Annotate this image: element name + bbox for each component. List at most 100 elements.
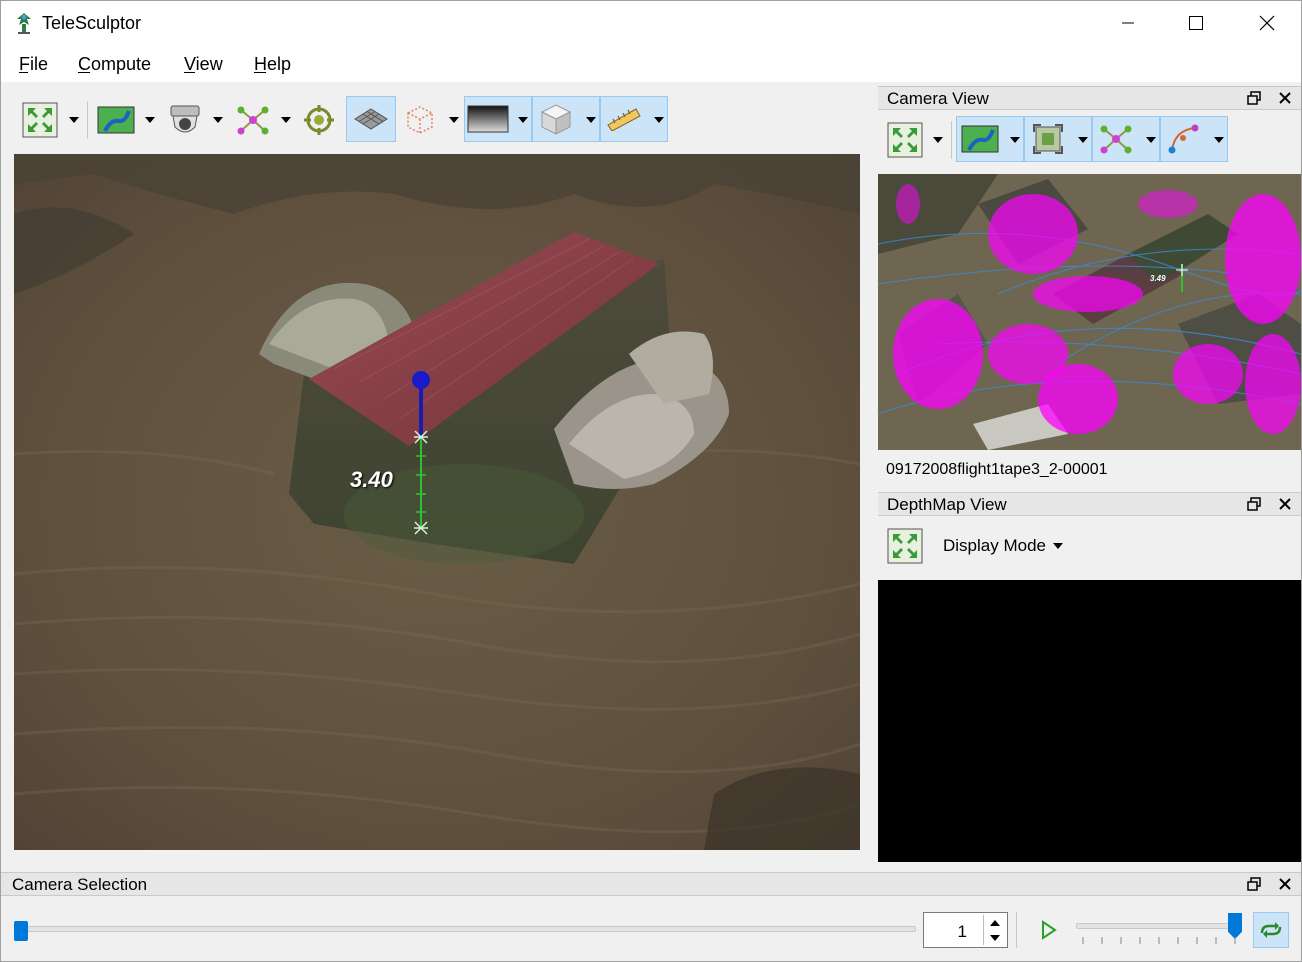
ground-target-button[interactable] [299, 97, 339, 143]
reset-view-icon [887, 122, 923, 158]
chevron-down-icon [1053, 543, 1063, 549]
camera-selection-close-button[interactable] [1277, 876, 1293, 892]
depthmap-view-close-button[interactable] [1277, 496, 1293, 512]
depthmap-reset-view-button[interactable] [883, 523, 927, 569]
menu-bar: File Compute View Help [1, 45, 1301, 82]
frame-slider[interactable] [14, 917, 916, 943]
reset-view-icon [22, 102, 58, 138]
chevron-down-icon [989, 934, 1000, 941]
camera-selection-title: Camera Selection [12, 875, 148, 894]
ground-target-icon [304, 105, 334, 135]
camera-frame-render [878, 174, 1301, 450]
reset-view-button[interactable] [18, 97, 62, 143]
ground-plane-icon [354, 108, 388, 130]
world-measurement-label: 3.40 [350, 467, 393, 492]
feature-points-button[interactable] [1024, 116, 1092, 162]
image-layer-button[interactable] [94, 97, 138, 143]
roi-box-button[interactable] [398, 97, 442, 143]
image-layer-icon [97, 106, 135, 134]
minimize-icon [1122, 22, 1134, 24]
landmarks-icon [1100, 125, 1132, 154]
close-button[interactable] [1238, 1, 1296, 45]
loop-icon [1260, 922, 1282, 938]
feature-points-icon [1033, 124, 1063, 154]
roi-box-dropdown[interactable] [449, 117, 459, 123]
volume-cube-icon [540, 104, 572, 135]
frame-spinbox[interactable]: 1 [923, 912, 1008, 948]
spin-up-button[interactable] [984, 915, 1005, 930]
camera-selection-titlebar: Camera Selection [1, 872, 1301, 896]
depthmap-view[interactable] [878, 580, 1301, 862]
loop-button[interactable] [1253, 912, 1289, 948]
camera-landmarks-button[interactable] [1092, 116, 1160, 162]
roi-box-icon [407, 106, 433, 134]
speed-slider[interactable] [1076, 913, 1244, 947]
depth-map-icon [467, 105, 509, 133]
camera-dropdown[interactable] [213, 117, 223, 123]
camera-image-view[interactable]: 3.49 [878, 174, 1301, 450]
image-layer-dropdown[interactable] [145, 117, 155, 123]
camera-view-close-button[interactable] [1277, 90, 1293, 106]
close-icon [1259, 15, 1275, 31]
chevron-up-icon [989, 919, 1000, 926]
camera-frame-name: 09172008flight1tape3_2-00001 [886, 461, 1108, 478]
frame-slider-handle[interactable] [14, 921, 28, 941]
app-window: TeleSculptor File Compute View Help 3.40… [0, 0, 1302, 962]
feature-points-dropdown[interactable] [1078, 137, 1088, 143]
landmarks-dropdown[interactable] [281, 117, 291, 123]
display-mode-label: Display Mode [943, 536, 1046, 555]
float-icon [1247, 877, 1261, 891]
volume-dropdown[interactable] [586, 117, 596, 123]
terrain-render [14, 154, 860, 850]
camera-reset-view-dropdown[interactable] [933, 137, 943, 143]
float-icon [1247, 91, 1261, 105]
minimize-button[interactable] [1099, 1, 1157, 45]
ruler-dropdown[interactable] [654, 117, 664, 123]
landmarks-icon [237, 106, 269, 135]
play-icon [1042, 920, 1057, 940]
camera-button[interactable] [163, 97, 207, 143]
residuals-icon [1168, 124, 1199, 154]
image-layer-icon [961, 125, 999, 153]
close-icon [1279, 878, 1291, 890]
depthmap-view-title: DepthMap View [887, 495, 1007, 514]
camera-image-button[interactable] [956, 116, 1024, 162]
frame-slider-track [14, 926, 916, 932]
depthmap-view-float-button[interactable] [1246, 496, 1262, 512]
measure-handle[interactable] [412, 371, 430, 389]
residuals-dropdown[interactable] [1214, 137, 1224, 143]
depth-map-button[interactable] [464, 96, 532, 142]
speed-slider-handle[interactable] [1228, 913, 1242, 939]
landmarks-button[interactable] [231, 97, 275, 143]
title-bar: TeleSculptor [1, 1, 1301, 45]
camera-view-titlebar: Camera View [878, 86, 1301, 110]
camera-reset-view-button[interactable] [883, 117, 927, 163]
reset-view-icon [887, 528, 923, 564]
spin-down-button[interactable] [984, 930, 1005, 945]
camera-landmarks-dropdown[interactable] [1146, 137, 1156, 143]
volume-button[interactable] [532, 96, 600, 142]
maximize-icon [1189, 16, 1203, 30]
float-icon [1247, 497, 1261, 511]
speed-slider-track [1076, 923, 1242, 929]
window-title: TeleSculptor [42, 13, 142, 33]
play-button[interactable] [1035, 916, 1063, 944]
close-icon [1279, 498, 1291, 510]
camera-icon [170, 105, 200, 133]
world-view-3d[interactable]: 3.40 [14, 154, 860, 850]
camera-view-title: Camera View [887, 89, 989, 108]
residuals-button[interactable] [1160, 116, 1228, 162]
ground-plane-button[interactable] [346, 96, 396, 142]
frame-spinbox-value: 1 [957, 922, 967, 941]
maximize-button[interactable] [1167, 1, 1225, 45]
camera-image-dropdown[interactable] [1010, 137, 1020, 143]
camera-selection-float-button[interactable] [1246, 876, 1262, 892]
ruler-button[interactable] [600, 96, 668, 142]
reset-view-dropdown[interactable] [69, 117, 79, 123]
close-icon [1279, 92, 1291, 104]
display-mode-dropdown[interactable]: Display Mode [943, 536, 1073, 558]
camera-view-float-button[interactable] [1246, 90, 1262, 106]
camera-measurement-label: 3.49 [1150, 274, 1166, 283]
depth-map-dropdown[interactable] [518, 117, 528, 123]
telesculptor-logo-icon [17, 13, 31, 34]
